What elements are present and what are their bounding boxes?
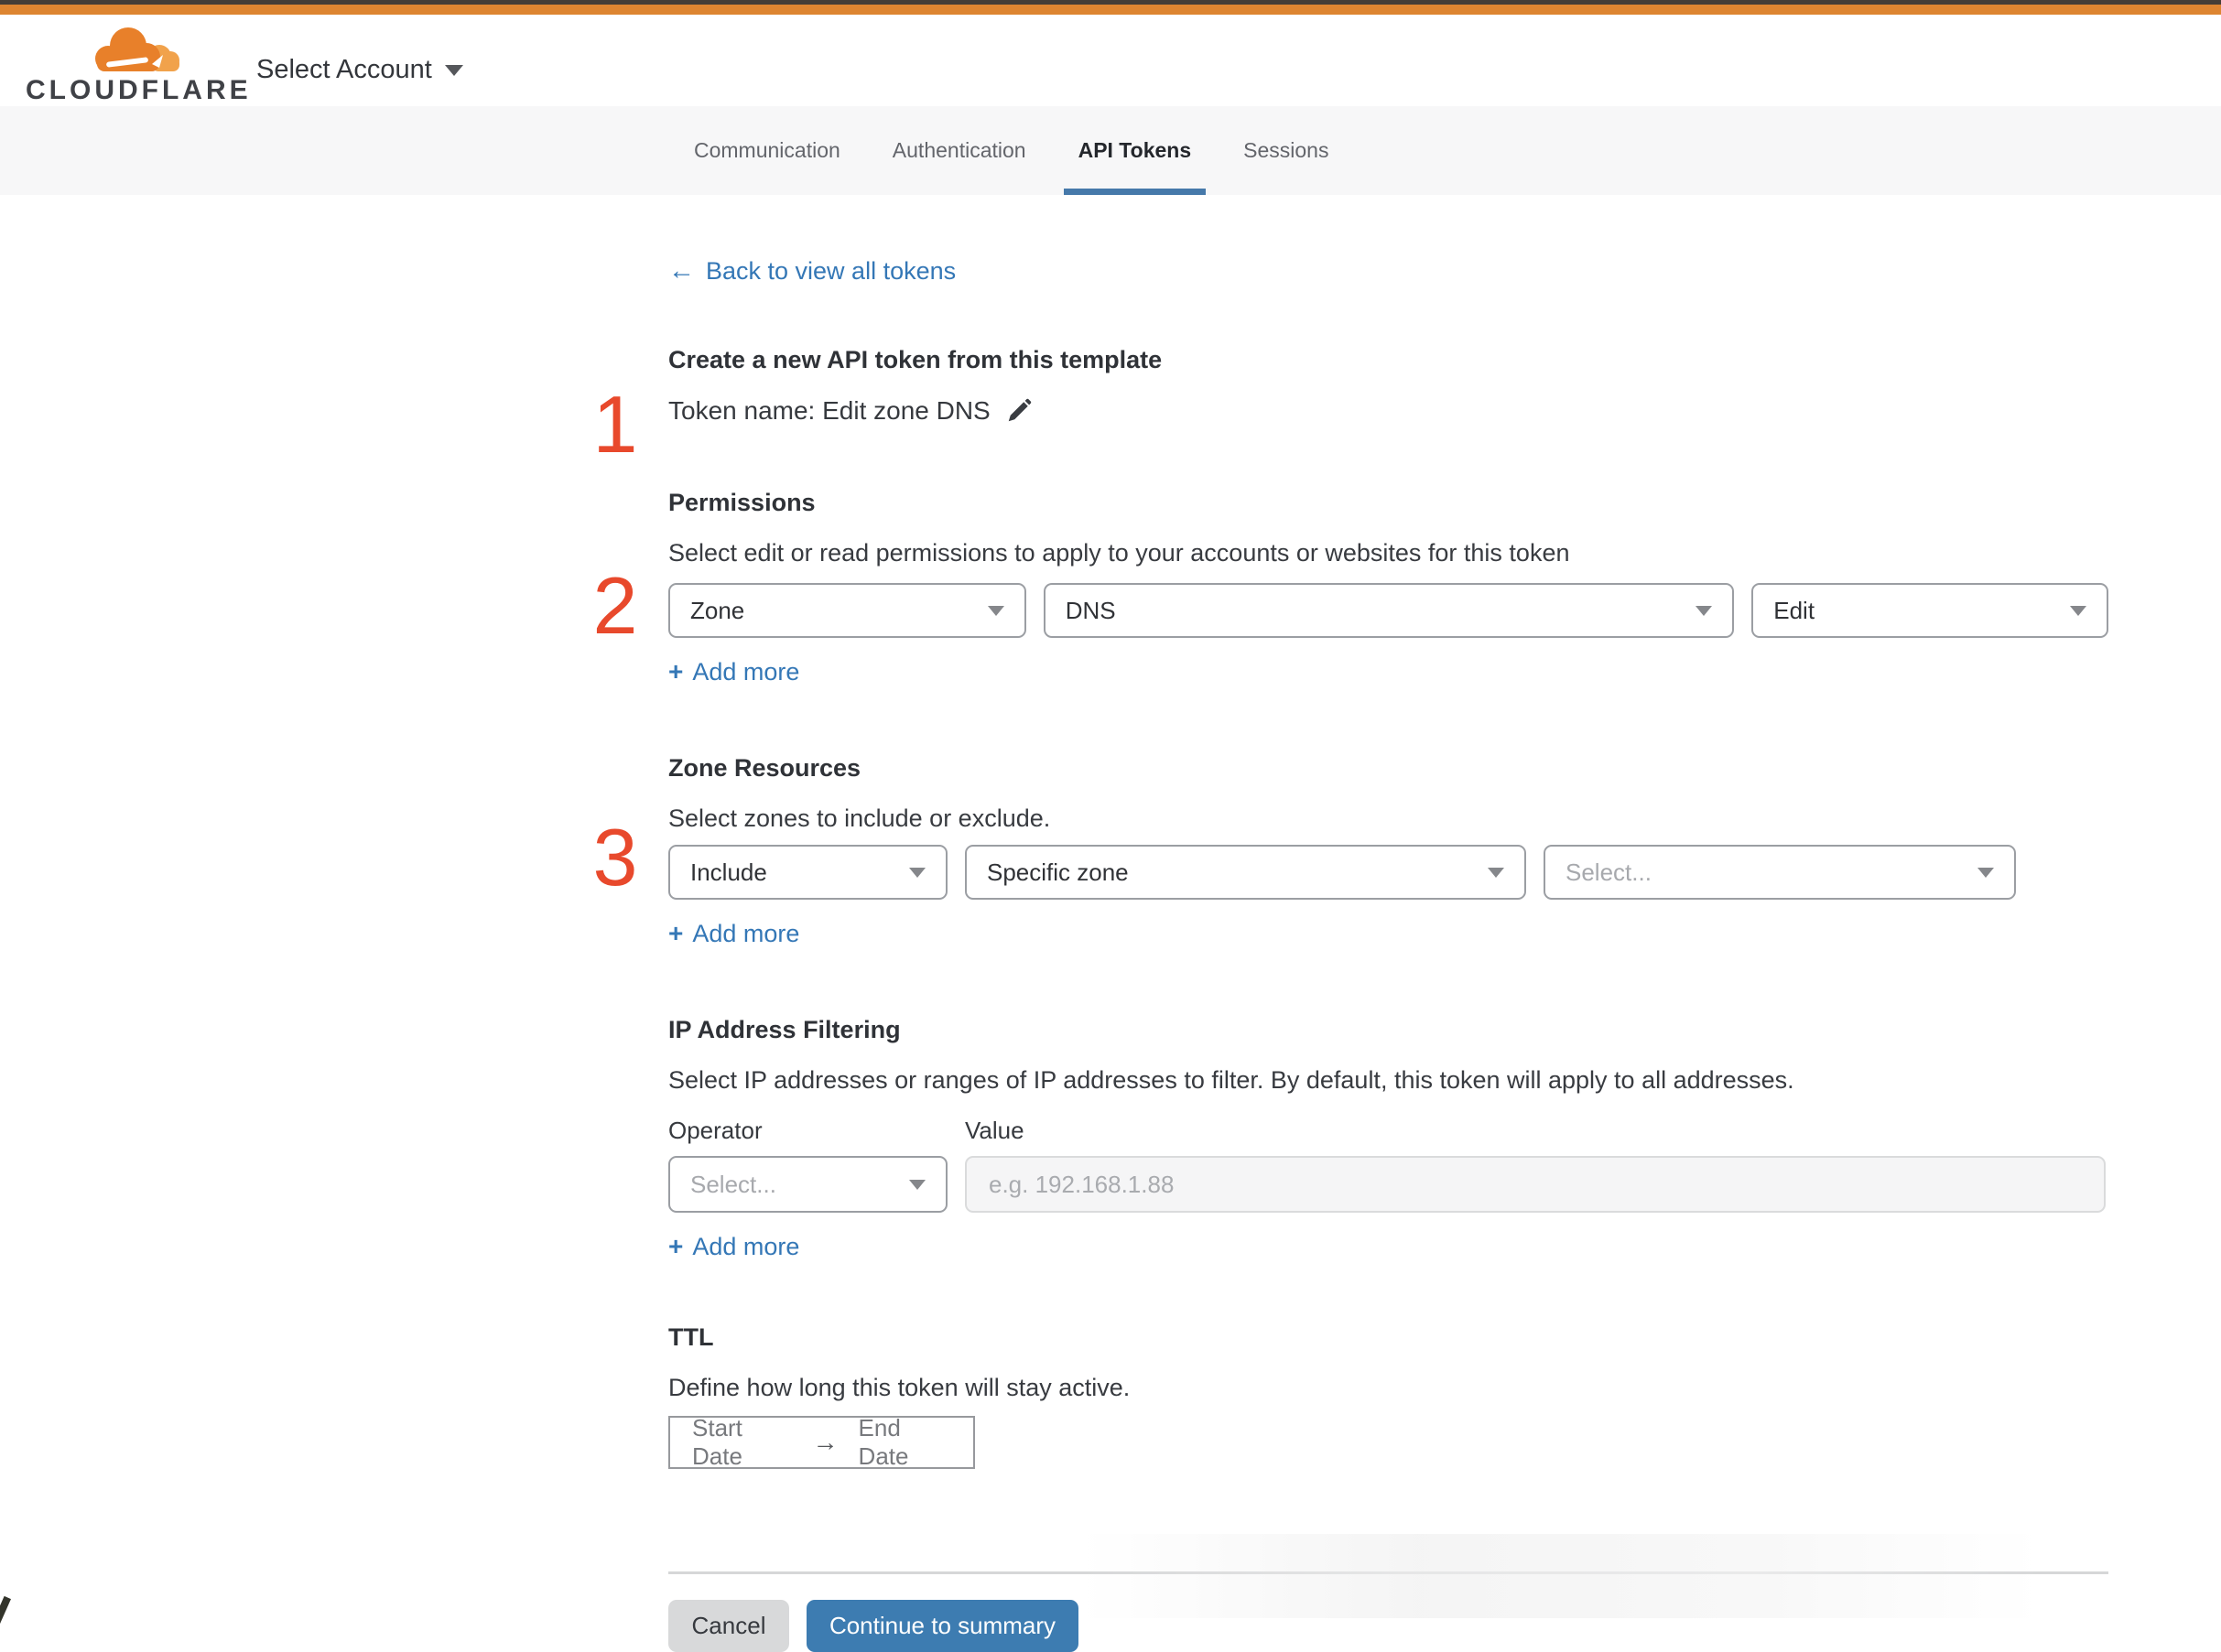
ttl-date-range-picker[interactable]: Start Date → End Date bbox=[668, 1414, 975, 1470]
tab-communication[interactable]: Communication bbox=[679, 106, 855, 195]
app-header: CLOUDFLARE Select Account bbox=[0, 15, 2221, 106]
plus-icon: + bbox=[668, 919, 684, 947]
zone-resources-heading: Zone Resources bbox=[668, 754, 861, 782]
ttl-heading: TTL bbox=[668, 1323, 714, 1351]
tab-bar: Communication Authentication API Tokens … bbox=[0, 106, 2221, 195]
zone-picker-placeholder: Select... bbox=[1566, 858, 1652, 886]
add-more-label: Add more bbox=[692, 920, 800, 947]
ip-filtering-labels: Operator Value bbox=[668, 1116, 2108, 1145]
chevron-down-icon bbox=[1977, 867, 1994, 878]
account-selector-label: Select Account bbox=[256, 55, 432, 84]
permission-access-value: Edit bbox=[1773, 596, 1815, 624]
chevron-down-icon bbox=[1696, 605, 1713, 616]
continue-to-summary-button[interactable]: Continue to summary bbox=[807, 1600, 1078, 1652]
add-more-label: Add more bbox=[692, 1233, 800, 1260]
footer-divider bbox=[668, 1571, 2108, 1574]
add-more-zone-link[interactable]: + Add more bbox=[668, 918, 799, 949]
cloudflare-wordmark: CLOUDFLARE bbox=[26, 75, 252, 105]
annotation-number-1: 1 bbox=[592, 379, 638, 470]
chevron-down-icon bbox=[909, 867, 926, 878]
zone-type-value: Specific zone bbox=[987, 858, 1129, 886]
plus-icon: + bbox=[668, 1232, 684, 1260]
annotation-number-3: 3 bbox=[592, 812, 638, 902]
ip-operator-select[interactable]: Select... bbox=[668, 1156, 948, 1213]
ip-filtering-description: Select IP addresses or ranges of IP addr… bbox=[668, 1066, 1794, 1094]
ip-filtering-row: Select... bbox=[668, 1156, 2108, 1213]
zone-mode-value: Include bbox=[690, 858, 767, 886]
footer-actions: Cancel Continue to summary bbox=[668, 1600, 2108, 1652]
start-date-placeholder: Start Date bbox=[692, 1414, 742, 1470]
zone-picker-select[interactable]: Select... bbox=[1544, 845, 2016, 900]
chevron-down-icon bbox=[909, 1179, 926, 1190]
left-arrow-icon: ← bbox=[668, 256, 695, 286]
back-link-label: Back to view all tokens bbox=[706, 257, 957, 285]
ip-value-input[interactable] bbox=[965, 1156, 2106, 1213]
brand-top-bar bbox=[0, 5, 2221, 15]
value-label: Value bbox=[965, 1117, 1024, 1144]
zone-mode-select[interactable]: Include bbox=[668, 845, 948, 900]
end-date-placeholder: End Date bbox=[858, 1414, 909, 1470]
tab-authentication[interactable]: Authentication bbox=[878, 106, 1041, 195]
operator-label: Operator bbox=[668, 1117, 763, 1144]
screenshot-artifact bbox=[0, 1595, 11, 1630]
permission-access-select[interactable]: Edit bbox=[1751, 583, 2108, 638]
permission-scope-select[interactable]: Zone bbox=[668, 583, 1026, 638]
cloudflare-logo[interactable]: CLOUDFLARE bbox=[26, 22, 248, 105]
permissions-heading: Permissions bbox=[668, 489, 816, 516]
token-name-row: Token name: Edit zone DNS bbox=[668, 394, 2108, 427]
chevron-down-icon bbox=[2069, 605, 2086, 616]
plus-icon: + bbox=[668, 657, 684, 686]
permission-scope-value: Zone bbox=[690, 596, 745, 624]
right-arrow-icon: → bbox=[812, 1428, 839, 1456]
page-title: Create a new API token from this templat… bbox=[668, 346, 1163, 373]
add-more-permission-link[interactable]: + Add more bbox=[668, 656, 799, 687]
permission-resource-select[interactable]: DNS bbox=[1043, 583, 1735, 638]
permissions-description: Select edit or read permissions to apply… bbox=[668, 539, 1570, 567]
chevron-down-icon bbox=[1488, 867, 1504, 878]
edit-pencil-icon[interactable] bbox=[1005, 397, 1033, 425]
create-token-form: ← Back to view all tokens Create a new A… bbox=[668, 195, 2108, 1652]
zone-type-select[interactable]: Specific zone bbox=[965, 845, 1526, 900]
chevron-down-icon bbox=[987, 605, 1004, 616]
zone-resources-row: Include Specific zone Select... bbox=[668, 845, 2108, 900]
tab-sessions[interactable]: Sessions bbox=[1229, 106, 1343, 195]
cancel-button[interactable]: Cancel bbox=[668, 1600, 789, 1652]
permissions-row: Zone DNS Edit bbox=[668, 583, 2108, 638]
add-more-label: Add more bbox=[692, 658, 800, 686]
zone-resources-description: Select zones to include or exclude. bbox=[668, 804, 1051, 832]
add-more-ip-link[interactable]: + Add more bbox=[668, 1231, 799, 1262]
account-selector[interactable]: Select Account bbox=[256, 55, 463, 85]
token-name-text: Token name: Edit zone DNS bbox=[668, 396, 991, 425]
annotation-number-2: 2 bbox=[592, 560, 638, 651]
tab-api-tokens[interactable]: API Tokens bbox=[1063, 106, 1207, 195]
permission-resource-value: DNS bbox=[1065, 596, 1116, 624]
back-to-tokens-link[interactable]: ← Back to view all tokens bbox=[668, 255, 956, 286]
ip-operator-placeholder: Select... bbox=[690, 1170, 776, 1198]
chevron-down-icon bbox=[444, 64, 463, 76]
cloudflare-cloud-icon bbox=[95, 27, 179, 71]
ttl-description: Define how long this token will stay act… bbox=[668, 1374, 1131, 1401]
ip-filtering-heading: IP Address Filtering bbox=[668, 1016, 901, 1043]
